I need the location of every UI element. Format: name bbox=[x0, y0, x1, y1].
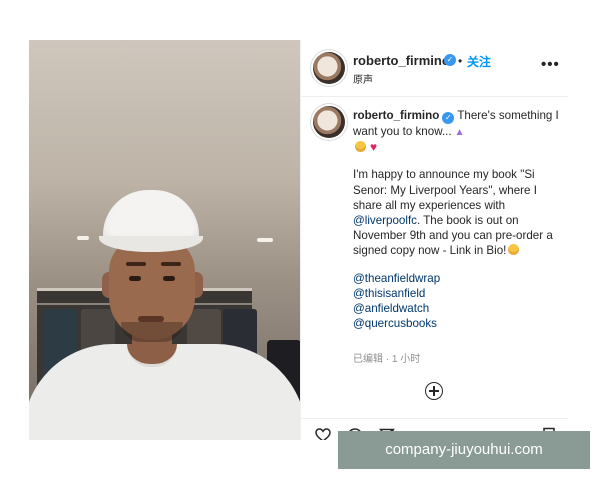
post-caption: roberto_firmino ✓ There's something I want… bbox=[353, 108, 559, 331]
mention-link[interactable]: @liverpoolfc bbox=[353, 214, 417, 227]
smile-emoji-icon bbox=[355, 141, 366, 153]
watermark: company-jiuyouhui.com bbox=[338, 431, 590, 469]
post-video[interactable] bbox=[29, 40, 300, 440]
caption-avatar[interactable] bbox=[313, 106, 345, 138]
edited-timestamp: 已编辑 · 1 小时 bbox=[353, 354, 421, 365]
heart-emoji-icon: ♥ bbox=[370, 140, 378, 155]
verified-badge-icon: ✓ bbox=[444, 54, 456, 66]
post-header: roberto_firmino ✓ • 关注 原声 ••• bbox=[301, 40, 568, 97]
post-sidebar: roberto_firmino ✓ • 关注 原声 ••• roberto_fi… bbox=[300, 40, 568, 440]
author-avatar[interactable] bbox=[313, 52, 345, 84]
caption-author[interactable]: roberto_firmino bbox=[353, 109, 439, 122]
verified-badge-icon: ✓ bbox=[442, 112, 455, 124]
add-comment-icon[interactable] bbox=[425, 382, 443, 400]
person bbox=[29, 40, 300, 440]
more-options-icon[interactable]: ••• bbox=[541, 56, 560, 73]
author-username[interactable]: roberto_firmino bbox=[353, 53, 450, 68]
instagram-post: roberto_firmino ✓ • 关注 原声 ••• roberto_fi… bbox=[29, 40, 568, 440]
heart-icon[interactable] bbox=[315, 427, 331, 440]
audio-label[interactable]: 原声 bbox=[353, 71, 373, 86]
flag-emoji-icon: ▲ bbox=[454, 127, 465, 138]
smile-emoji-icon bbox=[508, 244, 520, 256]
separator-dot: • bbox=[458, 54, 463, 68]
tag-link[interactable]: @anfieldwatch bbox=[353, 301, 559, 316]
tag-link[interactable]: @thisisanfield bbox=[353, 286, 559, 301]
tag-link[interactable]: @theanfieldwrap bbox=[353, 271, 559, 286]
caption-paragraph: I'm happy to announce my book "Si Senor:… bbox=[353, 168, 537, 212]
tag-link[interactable]: @quercusbooks bbox=[353, 316, 559, 331]
follow-button[interactable]: 关注 bbox=[467, 53, 491, 70]
